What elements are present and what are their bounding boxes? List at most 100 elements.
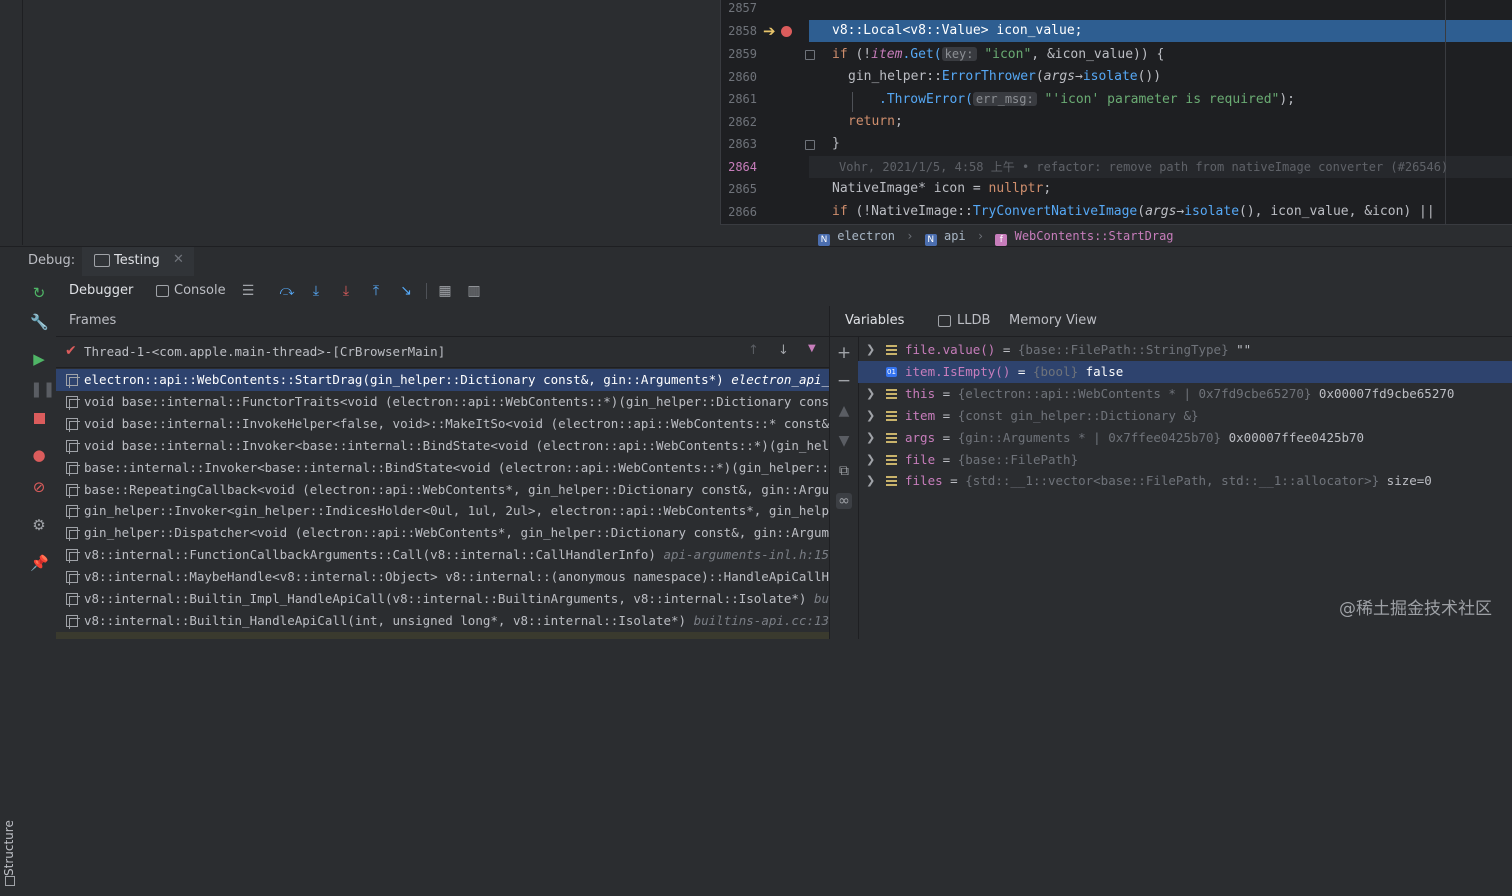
remove-watch-icon[interactable]: − <box>836 373 852 390</box>
variable-text: args = {gin::Arguments * | 0x7ffee0425b7… <box>905 427 1364 449</box>
variable-eq: = <box>942 473 966 489</box>
fold-marker-icon[interactable] <box>805 140 815 150</box>
glasses-icon[interactable]: ∞ <box>836 493 852 509</box>
code-line-2862: return; <box>848 114 903 129</box>
dropdown-icon[interactable]: ▼ <box>808 343 816 354</box>
frame-text: gin_helper::Dispatcher<void (electron::a… <box>84 522 829 544</box>
frame-text: gin_helper::Invoker<gin_helper::IndicesH… <box>84 500 829 522</box>
force-step-into-icon[interactable]: ⤓ <box>337 282 355 300</box>
stack-frame-row[interactable]: base::RepeatingCallback<void (electron::… <box>56 479 829 501</box>
breadcrumb-item-function[interactable]: WebContents::StartDrag <box>1015 229 1174 243</box>
code-line-2866: if (!NativeImage::TryConvertNativeImage(… <box>832 204 1435 219</box>
variable-type: {bool} <box>1032 363 1079 379</box>
pin-icon[interactable]: 📌 <box>30 554 49 572</box>
stack-frame-row[interactable]: v8::internal::FunctionCallbackArguments:… <box>56 544 829 566</box>
thread-selector[interactable]: ✔ Thread-1-<com.apple.main-thread>-[CrBr… <box>56 337 829 368</box>
arrow-down-icon[interactable]: ↓ <box>778 343 789 358</box>
breadcrumb-item-electron[interactable]: electron <box>837 229 895 243</box>
field-icon <box>886 432 897 445</box>
code-editor[interactable]: 2857 2858 2859 2860 2861 2862 2863 2864 … <box>720 0 1512 224</box>
frame-function: void base::internal::FunctorTraits<void … <box>84 393 829 409</box>
stop-icon[interactable] <box>30 410 48 428</box>
variable-type: {const gin_helper::Dictionary &} <box>957 407 1199 423</box>
frame-text: v8::internal::FunctionCallbackArguments:… <box>84 544 829 566</box>
step-out-icon[interactable]: ⤒ <box>367 282 385 300</box>
expand-chevron-icon[interactable]: ❯ <box>866 383 875 405</box>
move-down-icon[interactable]: ▼ <box>836 433 852 449</box>
tab-debugger[interactable]: Debugger <box>69 283 133 298</box>
frame-text: base::internal::Invoker<base::internal::… <box>84 457 829 479</box>
stack-frame-row[interactable]: v8::internal::Builtin_Impl_HandleApiCall… <box>56 588 829 610</box>
variable-eq: = <box>935 451 958 467</box>
stack-frame-row[interactable]: electron::api::WebContents::StartDrag(gi… <box>56 369 829 391</box>
expand-chevron-icon[interactable]: ❯ <box>866 339 875 361</box>
pause-icon[interactable]: ❚❚ <box>30 380 55 398</box>
breadcrumb-item-api[interactable]: api <box>944 229 966 243</box>
tab-testing[interactable]: Testing ✕ <box>82 247 194 278</box>
add-watch-icon[interactable]: + <box>836 345 852 362</box>
evaluate-icon[interactable]: ▦ <box>436 282 454 300</box>
variable-row[interactable]: ❯ this = {electron::api::WebContents * | … <box>858 383 1512 405</box>
menu-lines-icon[interactable]: ☰ <box>239 282 257 300</box>
move-up-icon[interactable]: ▲ <box>836 403 852 419</box>
frame-icon <box>66 439 80 454</box>
structure-tool-button[interactable]: Structure <box>0 796 22 896</box>
right-margin-guide <box>1445 0 1446 224</box>
stack-frame-row[interactable]: void base::internal::Invoker<base::inter… <box>56 435 829 457</box>
variable-eq: = <box>935 407 958 423</box>
gear-icon[interactable]: ⚙ <box>30 516 48 534</box>
expand-chevron-icon[interactable]: ❯ <box>866 449 875 471</box>
stack-frame-row[interactable]: void base::internal::InvokeHelper<false,… <box>56 413 829 435</box>
tab-label: Testing <box>114 253 160 268</box>
copy-icon[interactable]: ⧉ <box>836 463 852 479</box>
tab-lldb[interactable]: LLDB <box>957 313 990 328</box>
step-into-icon[interactable]: ⤓ <box>307 282 325 300</box>
step-over-icon[interactable]: ⤼ <box>278 282 296 300</box>
tab-variables[interactable]: Variables <box>845 313 904 328</box>
stack-frame-row[interactable]: void base::internal::FunctorTraits<void … <box>56 391 829 413</box>
code-line-2863: } <box>832 136 840 151</box>
expand-chevron-icon[interactable]: ❯ <box>866 470 875 492</box>
debugger-toolbar: Debugger Console ☰ ⤼ ⤓ ⤓ ⤒ ↘ ▦ ▥ <box>56 276 1512 307</box>
view-breakpoints-icon[interactable]: ● <box>30 446 48 464</box>
variables-panel: Variables LLDB Memory View + − ▲ ▼ ⧉ ∞ ❯… <box>829 306 1512 639</box>
field-icon <box>886 388 897 401</box>
stack-frame-row-partial[interactable] <box>56 631 829 639</box>
variable-row[interactable]: ❯ file = {base::FilePath} <box>858 449 1512 471</box>
rerun-icon[interactable]: ↻ <box>30 284 48 302</box>
settings-wrench-icon[interactable]: 🔧 <box>30 313 49 331</box>
frame-icon <box>66 549 80 564</box>
variable-eq: = <box>935 429 958 445</box>
close-icon[interactable]: ✕ <box>173 252 184 267</box>
variable-row[interactable]: 01 item.IsEmpty() = {bool} false <box>858 360 1512 383</box>
frames-title: Frames <box>69 313 117 328</box>
variable-row[interactable]: ❯ args = {gin::Arguments * | 0x7ffee0425b… <box>858 427 1512 449</box>
frame-icon <box>66 614 80 629</box>
resume-icon[interactable]: ▶ <box>30 350 48 368</box>
variables-tabs: Variables LLDB Memory View <box>830 306 1512 337</box>
expand-chevron-icon[interactable]: ❯ <box>866 427 875 449</box>
fold-marker-icon[interactable] <box>805 50 815 60</box>
layout-icon[interactable]: ▥ <box>465 282 483 300</box>
namespace-icon: N <box>924 234 937 246</box>
breakpoint-icon[interactable] <box>781 26 792 37</box>
stack-frame-row[interactable]: gin_helper::Dispatcher<void (electron::a… <box>56 522 829 544</box>
stack-frame-row[interactable]: gin_helper::Invoker<gin_helper::IndicesH… <box>56 500 829 522</box>
variable-row[interactable]: ❯ item = {const gin_helper::Dictionary &} <box>858 405 1512 427</box>
stack-frame-row[interactable]: v8::internal::Builtin_HandleApiCall(int,… <box>56 610 829 632</box>
tab-console[interactable]: Console <box>174 283 226 298</box>
chevron-right-icon: › <box>906 229 914 243</box>
variable-val: 0x00007ffee0425b70 <box>1221 429 1365 445</box>
debug-actions-strip: ↻ 🔧 ▶ ❚❚ ● ⊘ ⚙ 📌 <box>22 276 57 639</box>
expand-chevron-icon[interactable]: ❯ <box>866 405 875 427</box>
variable-row[interactable]: ❯ file.value() = {base::FilePath::StringT… <box>858 339 1512 361</box>
stack-frame-row[interactable]: base::internal::Invoker<base::internal::… <box>56 457 829 479</box>
thread-check-icon: ✔ <box>65 343 77 359</box>
mute-breakpoints-icon[interactable]: ⊘ <box>30 478 48 496</box>
arrow-up-icon[interactable]: ↑ <box>748 343 759 358</box>
tab-memory-view[interactable]: Memory View <box>1009 313 1097 328</box>
stack-frame-row[interactable]: v8::internal::MaybeHandle<v8::internal::… <box>56 566 829 588</box>
variable-row[interactable]: ❯ files = {std::__1::vector<base::FilePat… <box>858 470 1512 492</box>
frame-text: v8::internal::MaybeHandle<v8::internal::… <box>84 566 829 588</box>
run-to-cursor-icon[interactable]: ↘ <box>397 282 415 300</box>
